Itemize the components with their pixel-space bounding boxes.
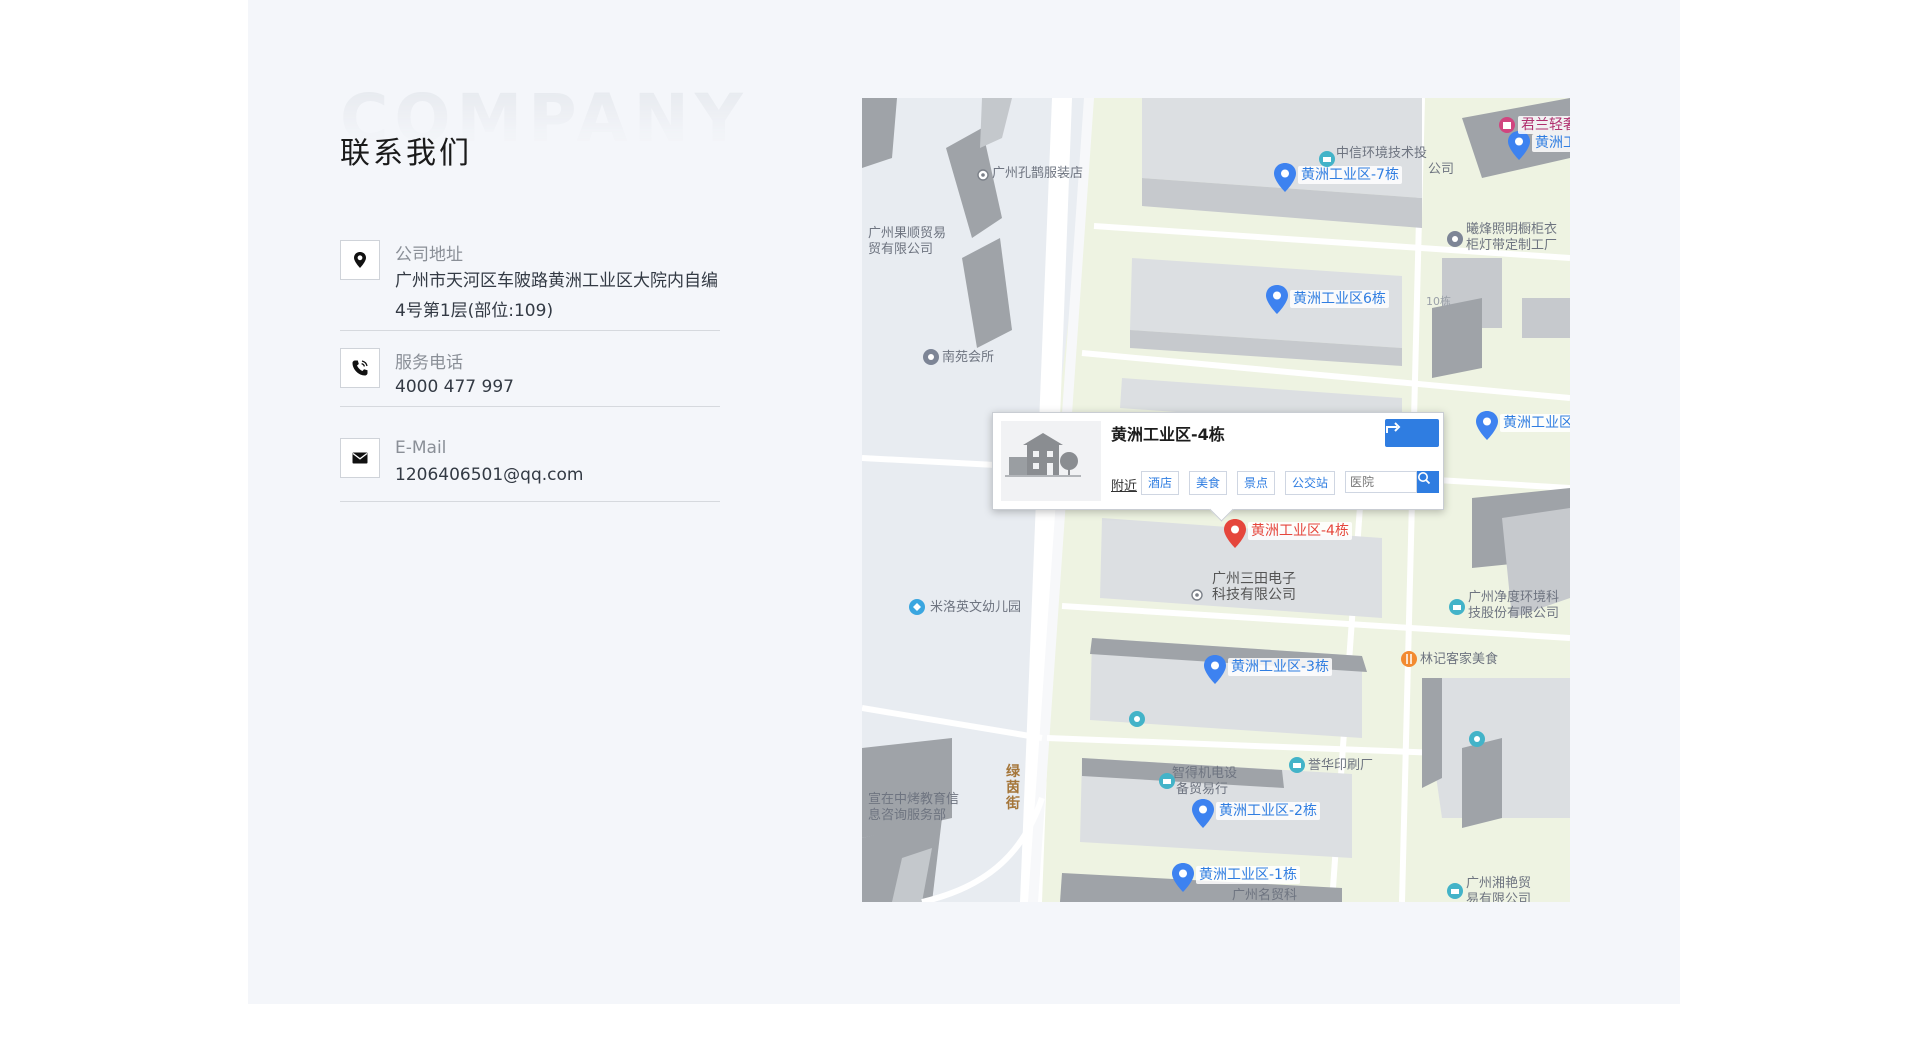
kindergarten-icon [909, 599, 925, 615]
pin-label-b2[interactable]: 黄洲工业区-2栋 [1216, 802, 1320, 820]
pin-label-right-mid[interactable]: 黄洲工业区 [1500, 414, 1570, 432]
map-pin-icon[interactable] [1506, 130, 1532, 162]
venue-icon [923, 349, 939, 365]
address-value: 广州市天河区车陂路黄洲工业区大院内自编 4号第1层(部位:109) [395, 266, 740, 326]
phone-block: 服务电话 4000 477 997 [340, 348, 720, 412]
pin-label-right-top[interactable]: 黄洲工 [1532, 134, 1570, 152]
nearby-label[interactable]: 附近 [1111, 475, 1137, 494]
divider [340, 330, 720, 331]
address-line-1: 广州市天河区车陂路黄洲工业区大院内自编 [395, 271, 718, 291]
place-label: 公司 [1428, 162, 1455, 177]
place-label: 林记客家美食 [1420, 652, 1499, 667]
phone-value[interactable]: 4000 477 997 [395, 372, 740, 402]
pin-label-b3[interactable]: 黄洲工业区-3栋 [1228, 658, 1332, 676]
address-line-2: 4号第1层(部位:109) [395, 301, 554, 321]
place-label: 中信环境技术投 [1336, 146, 1428, 161]
map-pin-icon[interactable] [1474, 410, 1500, 442]
map-pin-icon[interactable] [1272, 162, 1298, 194]
place-label: 柜灯带定制工厂 [1466, 238, 1558, 253]
route-button[interactable] [1385, 419, 1439, 447]
poi-dot-icon [1191, 589, 1203, 601]
email-block: E-Mail 1206406501@qq.com [340, 438, 720, 504]
place-label: 易有限公司 [1466, 892, 1532, 902]
email-value[interactable]: 1206406501@qq.com [395, 460, 740, 490]
divider [340, 406, 720, 407]
place-label: 宣在中烤教育信 [868, 792, 960, 807]
nearby-tag-bus[interactable]: 公交站 [1285, 471, 1336, 495]
poi-dot-icon [977, 169, 989, 181]
pin-label-b4[interactable]: 黄洲工业区-4栋 [1248, 522, 1352, 540]
section-title: 联系我们 [340, 136, 472, 171]
map-pin-icon[interactable] [1264, 284, 1290, 316]
place-label: 广州净度环境科 [1468, 590, 1560, 605]
map-pin-icon[interactable] [1222, 518, 1248, 550]
phone-label: 服务电话 [395, 353, 463, 373]
search-icon [1418, 472, 1431, 485]
shopping-icon[interactable] [1498, 116, 1516, 134]
company-icon [1319, 151, 1335, 167]
service-icon [1129, 711, 1145, 727]
poi-label-junlan[interactable]: 君兰轻奢 [1518, 116, 1570, 134]
company-icon [1447, 231, 1463, 247]
divider [340, 501, 720, 502]
street-label: 绿茵街 [1006, 764, 1020, 812]
place-label: 广州孔鹊服装店 [992, 166, 1084, 181]
place-label: 技股份有限公司 [1468, 606, 1560, 621]
place-label: 息咨询服务部 [868, 808, 947, 823]
map-pin-icon[interactable] [1202, 654, 1228, 686]
address-block: 公司地址 广州市天河区车陂路黄洲工业区大院内自编 4号第1层(部位:109) [340, 240, 720, 332]
phone-icon [340, 348, 380, 388]
search-button[interactable] [1417, 471, 1439, 493]
company-icon [1449, 599, 1465, 615]
location-map[interactable]: 黄洲工业区-4栋 附近 酒店 美食 景点 公交站 黄洲工业区-7栋 黄洲工业区6… [862, 98, 1570, 902]
map-pin-icon[interactable] [1190, 798, 1216, 830]
place-label: 广州名贸科 [1232, 888, 1298, 902]
nearby-tag-food[interactable]: 美食 [1189, 471, 1228, 495]
place-label: 广州果顺贸易 [868, 226, 947, 241]
place-label: 贸有限公司 [868, 242, 934, 257]
map-info-popup: 黄洲工业区-4栋 附近 酒店 美食 景点 公交站 [992, 412, 1444, 522]
email-label: E-Mail [395, 438, 447, 458]
place-label: 科技有限公司 [1212, 587, 1296, 603]
place-label: 广州三田电子 [1212, 571, 1296, 587]
place-label: 广州湘艳贸 [1466, 876, 1532, 891]
place-label: 誉华印刷厂 [1308, 758, 1374, 773]
nearby-search-input[interactable] [1345, 471, 1417, 493]
place-label: 南苑会所 [942, 350, 995, 365]
place-label: 备贸易行 [1176, 782, 1229, 797]
company-icon [1289, 757, 1305, 773]
place-label: 米洛英文幼儿园 [930, 600, 1022, 615]
pin-label-b6[interactable]: 黄洲工业区6栋 [1290, 290, 1389, 308]
nearby-tag-hotel[interactable]: 酒店 [1141, 471, 1180, 495]
popup-title: 黄洲工业区-4栋 [1111, 425, 1225, 444]
place-label: 曦烽照明橱柜衣 [1466, 222, 1558, 237]
address-label: 公司地址 [395, 245, 463, 265]
pin-label-b1[interactable]: 黄洲工业区-1栋 [1196, 866, 1300, 884]
company-icon [1447, 883, 1463, 899]
map-pin-icon[interactable] [1170, 862, 1196, 894]
restaurant-icon [1401, 651, 1417, 667]
route-arrow-icon [1386, 422, 1401, 433]
nearby-tag-scenic[interactable]: 景点 [1237, 471, 1276, 495]
place-label: 10栋 [1426, 295, 1451, 308]
pin-label-b7[interactable]: 黄洲工业区-7栋 [1298, 166, 1402, 184]
envelope-icon [340, 438, 380, 478]
service-icon [1469, 731, 1485, 747]
building-thumbnail-icon [1001, 421, 1101, 501]
location-pin-icon [340, 240, 380, 280]
place-label: 智得机电设 [1172, 766, 1238, 781]
